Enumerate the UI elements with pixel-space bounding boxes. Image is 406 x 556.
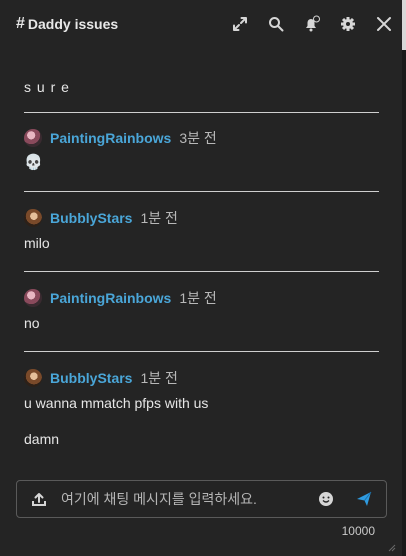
chat-header: # Daddy issues — [0, 0, 402, 48]
message-item: BubblyStars 1분 전 u wanna mmatch pfps wit… — [24, 368, 379, 448]
avatar[interactable] — [24, 129, 42, 147]
avatar[interactable] — [24, 209, 42, 227]
message-time: 3분 전 — [179, 130, 217, 146]
message-time: 1분 전 — [140, 370, 178, 386]
resize-grip-icon[interactable] — [386, 542, 396, 552]
message-item: PaintingRainbows 3분 전 💀 — [24, 128, 379, 172]
message-author[interactable]: PaintingRainbows — [50, 290, 171, 306]
message-text: no — [24, 315, 40, 331]
message-author[interactable]: BubblyStars — [50, 210, 132, 226]
message-item: BubblyStars 1분 전 milo — [24, 208, 379, 252]
chat-message-input[interactable] — [61, 481, 314, 517]
message-text: s u r e — [24, 79, 70, 95]
avatar[interactable] — [24, 369, 42, 387]
message-time: 1분 전 — [140, 210, 178, 226]
character-counter: 10000 — [341, 524, 375, 538]
emoji-icon[interactable] — [314, 481, 338, 517]
upload-icon[interactable] — [17, 481, 61, 517]
message-divider — [24, 351, 379, 352]
chat-panel: # Daddy issues s u r e PaintingRainbows … — [0, 0, 402, 556]
search-icon[interactable] — [258, 0, 294, 48]
bell-icon[interactable] — [294, 0, 330, 48]
header-actions — [222, 0, 402, 48]
expand-icon[interactable] — [222, 0, 258, 48]
close-icon[interactable] — [366, 0, 402, 48]
message-time: 1분 전 — [179, 290, 217, 306]
message-author[interactable]: PaintingRainbows — [50, 130, 171, 146]
chat-composer — [16, 480, 387, 518]
gear-icon[interactable] — [330, 0, 366, 48]
message-divider — [24, 271, 379, 272]
scrollbar[interactable] — [402, 0, 406, 556]
message-item: s u r e — [24, 78, 379, 96]
message-text: u wanna mmatch pfps with us — [24, 395, 209, 411]
channel-name: Daddy issues — [27, 16, 119, 32]
message-divider — [24, 191, 379, 192]
channel-title: # Daddy issues — [16, 15, 118, 33]
send-icon — [357, 491, 372, 506]
avatar[interactable] — [24, 289, 42, 307]
hash-icon: # — [16, 15, 25, 32]
send-button[interactable] — [348, 481, 380, 517]
message-item: PaintingRainbows 1분 전 no — [24, 288, 379, 332]
message-list: s u r e PaintingRainbows 3분 전 💀 BubblySt… — [0, 72, 402, 468]
message-text: damn — [24, 431, 60, 447]
message-text: 💀 — [24, 154, 43, 171]
message-text: milo — [24, 235, 50, 251]
message-author[interactable]: BubblyStars — [50, 370, 132, 386]
scrollbar-thumb[interactable] — [402, 0, 406, 50]
message-divider — [24, 112, 379, 113]
